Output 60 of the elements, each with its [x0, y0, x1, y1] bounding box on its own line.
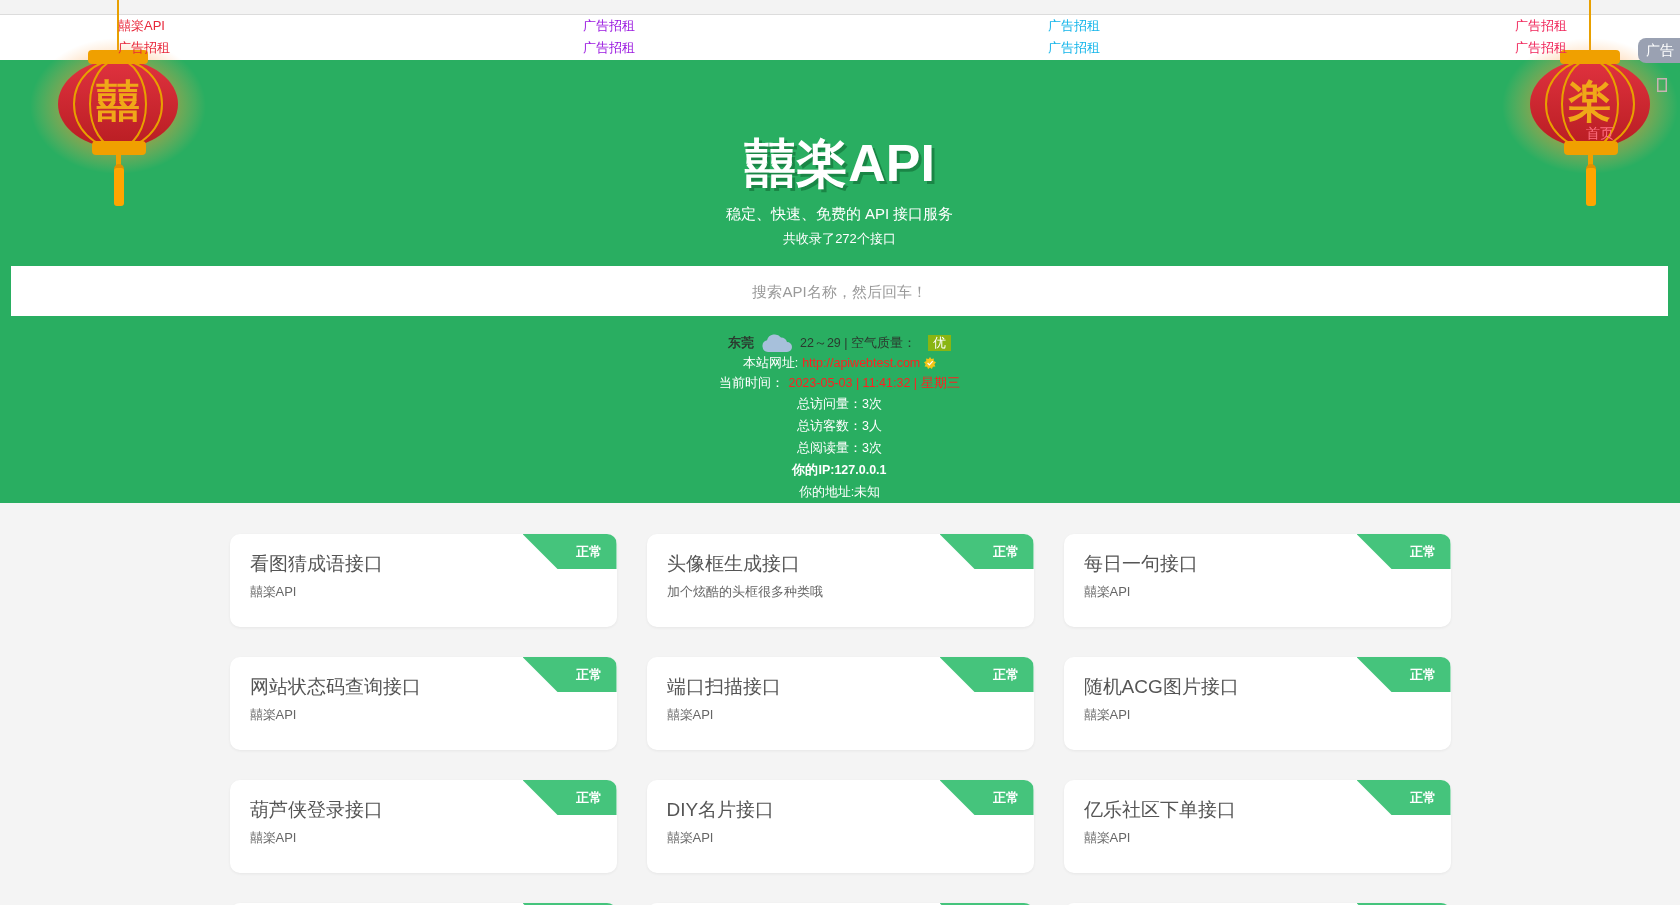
air-quality-badge: 优 — [928, 335, 951, 351]
api-description: 囍楽API — [666, 707, 715, 723]
api-description: 囍楽API — [1083, 830, 1132, 846]
api-description: 囍楽API — [1083, 707, 1132, 723]
api-card[interactable]: 每日一句接口 囍楽API 正常 — [1063, 534, 1451, 627]
api-description: 囍楽API — [666, 830, 715, 846]
api-description: 囍楽API — [249, 830, 298, 846]
api-card[interactable]: 端口扫描接口 囍楽API 正常 — [646, 657, 1034, 750]
box-icon — [1657, 78, 1667, 92]
api-card[interactable]: 葫芦侠登录接口 囍楽API 正常 — [229, 780, 617, 873]
check-badge-icon — [924, 357, 937, 369]
api-name: 葫芦侠登录接口 — [249, 798, 384, 822]
stat-text: 你的IP:127.0.0.1 — [792, 461, 887, 479]
stat-text: 总访问量：3次 — [797, 395, 882, 413]
status-badge: 正常 — [939, 657, 1034, 692]
api-card[interactable]: 看图猜成语接口 囍楽API 正常 — [229, 534, 617, 627]
cloud-icon — [762, 334, 792, 352]
api-card[interactable]: 亿乐社区下单接口 囍楽API 正常 — [1063, 780, 1451, 873]
site-url-label: 本站网址: — [742, 354, 799, 372]
api-card[interactable]: 网站状态码查询接口 囍楽API 正常 — [229, 657, 617, 750]
ad-link[interactable]: 广告招租 — [1515, 37, 1567, 59]
api-name: 亿乐社区下单接口 — [1083, 798, 1237, 822]
status-badge: 正常 — [522, 534, 617, 569]
ad-link[interactable]: 广告招租 — [1515, 15, 1567, 37]
status-badge: 正常 — [522, 657, 617, 692]
api-name: 随机ACG图片接口 — [1083, 675, 1240, 699]
api-description: 囍楽API — [249, 584, 298, 600]
api-name: 端口扫描接口 — [666, 675, 782, 699]
lantern-character: 楽 — [1567, 77, 1613, 125]
stat-text: 你的地址:未知 — [798, 483, 881, 501]
lantern-character: 囍 — [95, 77, 141, 125]
api-description: 囍楽API — [1083, 584, 1132, 600]
status-badge: 正常 — [1356, 780, 1451, 815]
api-description: 囍楽API — [249, 707, 298, 723]
stat-text: 总阅读量：3次 — [797, 439, 882, 457]
status-badge: 正常 — [939, 534, 1034, 569]
status-badge: 正常 — [1356, 657, 1451, 692]
status-badge: 正常 — [522, 780, 617, 815]
current-time-text: 2023-05-03 | 11:41:32 | 星期三 — [788, 374, 960, 392]
api-name: 头像框生成接口 — [666, 552, 801, 576]
search-field[interactable]: 搜索API名称，然后回车！ — [11, 266, 1668, 316]
api-description: 加个炫酷的头框很多种类哦 — [666, 584, 824, 600]
ad-link[interactable]: 广告招租 — [583, 37, 635, 59]
api-name: 每日一句接口 — [1083, 552, 1199, 576]
temperature-text: 22～29 | 空气质量： — [800, 334, 916, 352]
city-label: 东莞 — [728, 334, 754, 352]
api-name: 网站状态码查询接口 — [249, 675, 422, 699]
api-count-text: 共收录了272个接口 — [783, 230, 896, 248]
status-badge: 正常 — [1356, 534, 1451, 569]
time-label: 当前时间： — [719, 374, 785, 392]
api-name: 看图猜成语接口 — [249, 552, 384, 576]
site-subtitle: 稳定、快速、免费的 API 接口服务 — [725, 204, 954, 224]
api-card[interactable]: 随机ACG图片接口 囍楽API 正常 — [1063, 657, 1451, 750]
site-title: 囍楽API — [744, 133, 935, 194]
api-card[interactable]: 头像框生成接口 加个炫酷的头框很多种类哦 正常 — [646, 534, 1034, 627]
ad-link[interactable]: 广告招租 — [583, 15, 635, 37]
api-card[interactable]: DIY名片接口 囍楽API 正常 — [646, 780, 1034, 873]
api-name: DIY名片接口 — [666, 798, 776, 822]
stat-text: 总访客数：3人 — [797, 417, 882, 435]
status-badge: 正常 — [939, 780, 1034, 815]
